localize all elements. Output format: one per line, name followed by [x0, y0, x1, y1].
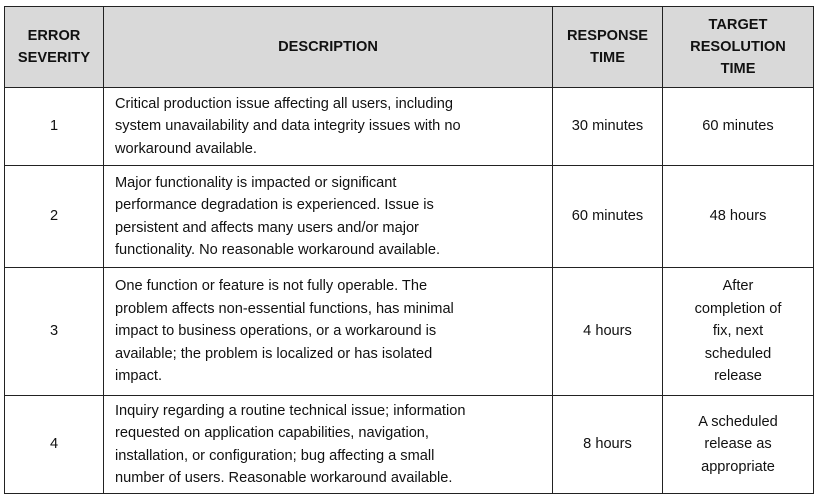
severity-cell: 3 — [4, 267, 104, 396]
header-row: ERROR SEVERITY DESCRIPTION RESPONSE TIME… — [4, 6, 814, 88]
target-resolution-cell: 48 hours — [662, 165, 814, 268]
header-text: TARGET — [708, 17, 768, 33]
description-line: Major functionality is impacted or signi… — [115, 174, 397, 191]
target-resolution-cell: After completion of fix, next scheduled rele… — [662, 267, 814, 396]
severity-cell: 1 — [4, 87, 104, 166]
table-row: 2 Major functionality is impacted or sign… — [4, 165, 814, 268]
table-row: 4 Inquiry regarding a routine technical i… — [4, 395, 814, 494]
description-line: installation, or configuration; bug affe… — [115, 447, 435, 464]
description-line: One function or feature is not fully ope… — [115, 278, 428, 295]
response-time-cell: 60 minutes — [552, 165, 663, 268]
target-line: fix, next — [712, 323, 764, 340]
target-line: 60 minutes — [702, 118, 774, 135]
header-text: SEVERITY — [17, 50, 91, 66]
target-resolution-cell: A scheduled release as appropriate — [662, 395, 814, 494]
header-response-time: RESPONSE TIME — [552, 6, 663, 88]
description-line: functionality. No reasonable workaround … — [115, 242, 441, 258]
target-line: release as — [704, 436, 772, 453]
description-line: workaround available. — [115, 140, 257, 157]
description-line: impact to business operations, or a work… — [115, 323, 437, 340]
table-row: 1 Critical production issue affecting all… — [4, 87, 814, 166]
description-line: requested on application capabilities, n… — [115, 425, 429, 441]
target-resolution-cell: 60 minutes — [662, 87, 814, 166]
severity-cell: 2 — [4, 165, 104, 268]
response-time-cell: 8 hours — [552, 395, 663, 494]
target-line: completion of — [694, 300, 782, 317]
description-line: problem affects non-essential functions,… — [115, 300, 454, 317]
description-cell: One function or feature is not fully ope… — [103, 267, 553, 396]
description-line: available; the problem is localized or h… — [115, 345, 433, 362]
response-time-cell: 4 hours — [552, 267, 663, 396]
description-line: performance degradation is experienced. … — [115, 197, 434, 213]
description-line: number of users. Reasonable workaround a… — [115, 470, 453, 486]
target-line: A scheduled — [698, 413, 778, 430]
target-line: 48 hours — [709, 208, 767, 225]
header-text: TIME — [720, 61, 756, 77]
header-description: DESCRIPTION — [103, 6, 553, 88]
severity-cell: 4 — [4, 395, 104, 494]
header-text: RESPONSE — [566, 28, 649, 44]
target-line: After — [722, 278, 754, 295]
target-line: scheduled — [704, 345, 772, 362]
description-line: persistent and affects many users and/or… — [115, 219, 419, 236]
target-line: appropriate — [701, 458, 775, 475]
header-text: RESOLUTION — [690, 39, 786, 55]
description-line: Critical production issue affecting all … — [115, 95, 453, 112]
response-time-cell: 30 minutes — [552, 87, 663, 166]
error-severity-table: ERROR SEVERITY DESCRIPTION RESPONSE TIME… — [4, 6, 814, 494]
description-cell: Major functionality is impacted or signi… — [103, 165, 553, 268]
description-cell: Critical production issue affecting all … — [103, 87, 553, 166]
header-text: TIME — [590, 50, 625, 66]
target-line: release — [714, 368, 762, 385]
description-line: Inquiry regarding a routine technical is… — [115, 402, 466, 419]
table-row: 3 One function or feature is not fully op… — [4, 267, 814, 396]
header-target-resolution-time: TARGET RESOLUTION TIME — [662, 6, 814, 88]
header-text: ERROR — [27, 28, 81, 44]
description-cell: Inquiry regarding a routine technical is… — [103, 395, 553, 494]
description-line: system unavailability and data integrity… — [115, 118, 461, 135]
description-line: impact. — [115, 368, 163, 385]
header-severity: ERROR SEVERITY — [4, 6, 104, 88]
